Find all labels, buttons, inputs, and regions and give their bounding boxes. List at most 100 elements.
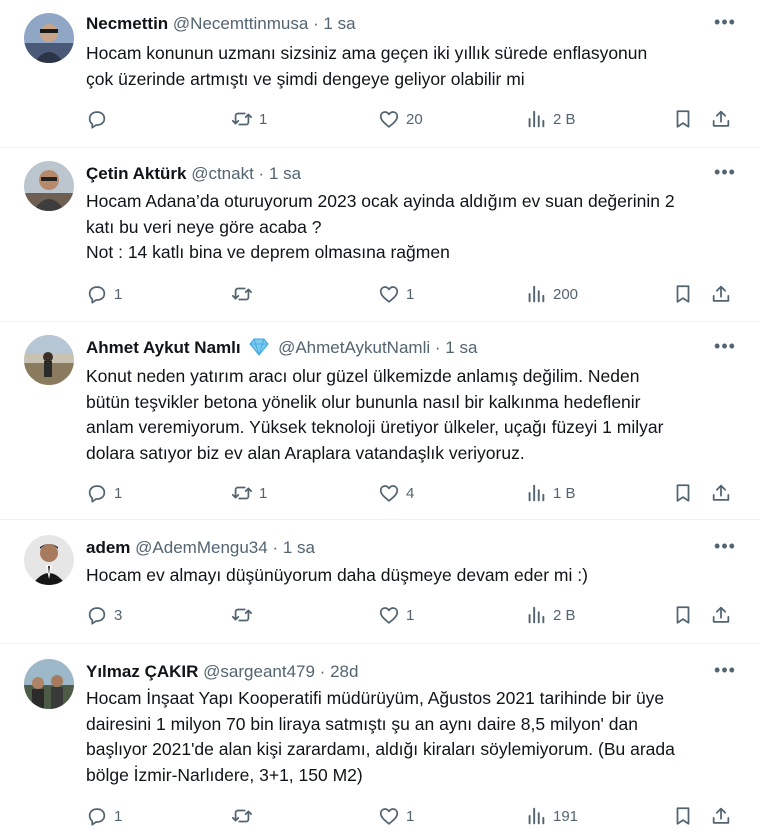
author-name[interactable]: Ahmet Aykut Namlı bbox=[86, 338, 241, 357]
reply-button[interactable]: 3 bbox=[86, 603, 122, 627]
like-count: 1 bbox=[406, 807, 415, 825]
bookmark-button[interactable] bbox=[672, 107, 694, 131]
views-button[interactable]: 2 B bbox=[525, 603, 576, 627]
author-handle[interactable]: @Necemttinmusa bbox=[173, 14, 308, 33]
separator: · bbox=[319, 662, 326, 681]
views-icon bbox=[528, 807, 545, 825]
views-button[interactable]: 1 B bbox=[525, 481, 576, 505]
reply-icon bbox=[88, 485, 106, 503]
separator: · bbox=[313, 14, 319, 33]
retweet-icon bbox=[231, 608, 253, 622]
views-icon bbox=[528, 606, 545, 624]
heart-icon bbox=[379, 485, 399, 502]
views-button[interactable]: 191 bbox=[525, 804, 578, 828]
retweet-button[interactable]: 1 bbox=[231, 107, 267, 131]
views-count: 191 bbox=[553, 807, 579, 825]
like-count: 1 bbox=[406, 285, 415, 303]
avatar[interactable] bbox=[24, 13, 74, 63]
reply-icon bbox=[88, 111, 106, 129]
author-name[interactable]: Necmettin bbox=[86, 14, 168, 33]
tweet-header: Çetin Aktürk @ctnakt · 1 sa ••• bbox=[86, 162, 740, 186]
retweet-button[interactable] bbox=[231, 282, 259, 306]
tweet[interactable]: adem @AdemMengu34 · 1 sa ••• Hocam ev al… bbox=[0, 520, 760, 644]
bookmark-icon bbox=[676, 807, 690, 825]
reply-button[interactable]: 1 bbox=[86, 282, 122, 306]
avatar[interactable] bbox=[24, 335, 74, 385]
like-button[interactable]: 4 bbox=[378, 481, 414, 505]
author-name[interactable]: Yılmaz ÇAKIR bbox=[86, 662, 198, 681]
bookmark-button[interactable] bbox=[672, 282, 694, 306]
timestamp[interactable]: 1 sa bbox=[283, 538, 315, 557]
heart-icon bbox=[379, 607, 399, 624]
views-button[interactable]: 200 bbox=[525, 282, 578, 306]
tweet[interactable]: Yılmaz ÇAKIR @sargeant479 · 28d ••• Hoca… bbox=[0, 644, 760, 835]
timestamp[interactable]: 28d bbox=[330, 662, 358, 681]
separator: · bbox=[272, 538, 279, 557]
share-button[interactable] bbox=[710, 481, 732, 505]
retweet-button[interactable] bbox=[231, 804, 259, 828]
views-button[interactable]: 2 B bbox=[525, 107, 576, 131]
more-options-button[interactable]: ••• bbox=[710, 162, 740, 186]
retweet-button[interactable]: 1 bbox=[231, 481, 267, 505]
timestamp[interactable]: 1 sa bbox=[269, 164, 301, 183]
like-button[interactable]: 20 bbox=[378, 107, 423, 131]
reply-count: 1 bbox=[114, 807, 123, 825]
author-handle[interactable]: @sargeant479 bbox=[203, 662, 315, 681]
retweet-icon bbox=[231, 486, 253, 500]
tweet[interactable]: Ahmet Aykut Namlı @AhmetAykutNamli · 1 s… bbox=[0, 322, 760, 520]
tweet[interactable]: Çetin Aktürk @ctnakt · 1 sa ••• Hocam Ad… bbox=[0, 148, 760, 322]
bookmark-button[interactable] bbox=[672, 603, 694, 627]
reply-button[interactable]: 1 bbox=[86, 481, 122, 505]
views-icon bbox=[528, 110, 545, 128]
tweet-header: Necmettin @Necemttinmusa · 1 sa ••• bbox=[86, 12, 740, 36]
more-options-button[interactable]: ••• bbox=[710, 660, 740, 684]
reply-icon bbox=[88, 808, 106, 826]
tweet-actions: 1 1 4 1 B bbox=[86, 481, 746, 505]
reply-button[interactable]: 1 bbox=[86, 804, 122, 828]
bookmark-icon bbox=[676, 484, 690, 502]
retweet-icon bbox=[231, 287, 253, 301]
author-name[interactable]: Çetin Aktürk bbox=[86, 164, 186, 183]
like-button[interactable]: 1 bbox=[378, 603, 414, 627]
author-handle[interactable]: @AdemMengu34 bbox=[135, 538, 268, 557]
author-name[interactable]: adem bbox=[86, 538, 130, 557]
avatar[interactable] bbox=[24, 161, 74, 211]
share-button[interactable] bbox=[710, 107, 732, 131]
bookmark-button[interactable] bbox=[672, 481, 694, 505]
reply-button[interactable] bbox=[86, 107, 114, 131]
tweet-header: adem @AdemMengu34 · 1 sa ••• bbox=[86, 536, 740, 560]
more-options-button[interactable]: ••• bbox=[710, 12, 740, 36]
retweet-count: 1 bbox=[259, 110, 268, 128]
timestamp[interactable]: 1 sa bbox=[323, 14, 355, 33]
avatar[interactable] bbox=[24, 535, 74, 585]
retweet-button[interactable] bbox=[231, 603, 259, 627]
like-count: 1 bbox=[406, 606, 415, 624]
author-handle[interactable]: @ctnakt bbox=[191, 164, 254, 183]
bookmark-icon bbox=[676, 110, 690, 128]
avatar[interactable] bbox=[24, 659, 74, 709]
reply-count: 3 bbox=[114, 606, 123, 624]
tweet[interactable]: Necmettin @Necemttinmusa · 1 sa ••• Hoca… bbox=[0, 0, 760, 148]
tweet-actions: 1 1 191 bbox=[86, 804, 746, 828]
share-button[interactable] bbox=[710, 804, 732, 828]
share-button[interactable] bbox=[710, 603, 732, 627]
share-button[interactable] bbox=[710, 282, 732, 306]
timestamp[interactable]: 1 sa bbox=[445, 338, 477, 357]
more-options-button[interactable]: ••• bbox=[710, 336, 740, 360]
tweet-actions: 3 1 2 B bbox=[86, 603, 746, 627]
verified-diamond-icon bbox=[249, 338, 269, 356]
like-button[interactable]: 1 bbox=[378, 804, 414, 828]
tweet-feed: Necmettin @Necemttinmusa · 1 sa ••• Hoca… bbox=[0, 0, 766, 835]
share-icon bbox=[712, 606, 730, 623]
share-icon bbox=[712, 484, 730, 501]
author-handle[interactable]: @AhmetAykutNamli bbox=[278, 338, 430, 357]
tweet-text: Konut neden yatırım aracı olur güzel ülk… bbox=[86, 366, 664, 463]
bookmark-button[interactable] bbox=[672, 804, 694, 828]
more-options-button[interactable]: ••• bbox=[710, 536, 740, 560]
tweet-header: Ahmet Aykut Namlı @AhmetAykutNamli · 1 s… bbox=[86, 336, 740, 360]
share-icon bbox=[712, 285, 730, 302]
reply-icon bbox=[88, 286, 106, 304]
views-icon bbox=[528, 484, 545, 502]
like-button[interactable]: 1 bbox=[378, 282, 414, 306]
like-count: 20 bbox=[406, 110, 423, 128]
